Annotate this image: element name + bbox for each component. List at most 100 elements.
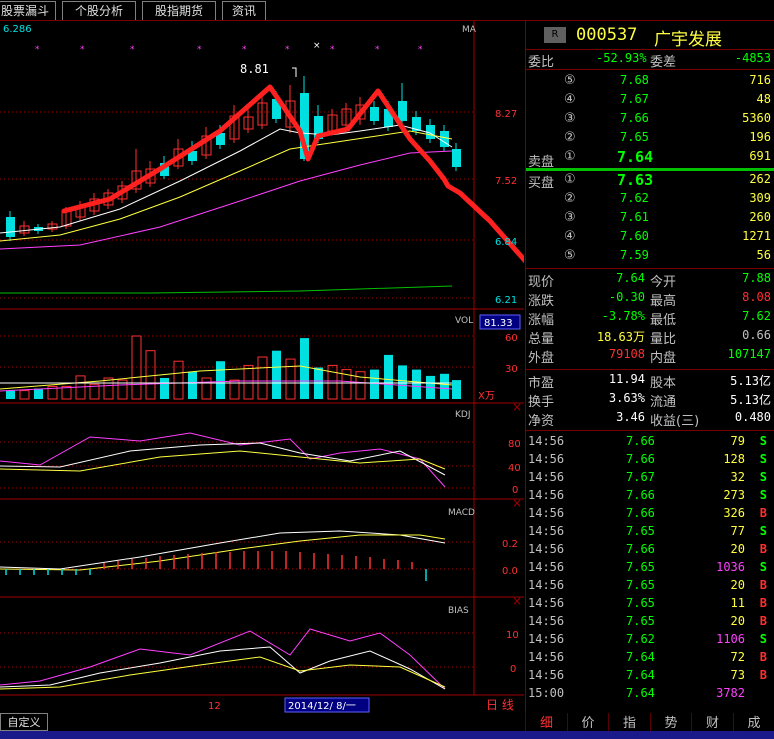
stat-label: 最低 (650, 313, 677, 328)
tick-row[interactable]: 14:56 7.66 79 S (526, 434, 774, 452)
kdj-label: KDJ (455, 410, 471, 420)
tick-row[interactable]: 15:00 7.64 3782 (526, 686, 774, 704)
signal-star-icon: * (197, 45, 202, 55)
candle-body (6, 217, 15, 237)
vol-unit: X万 (478, 391, 495, 402)
signal-x-icon: × (313, 41, 321, 51)
tick-side: S (759, 470, 767, 484)
tick-volume: 326 (723, 506, 745, 520)
stat-value: 0.66 (742, 328, 771, 342)
sell-order-row[interactable]: ⑤ 7.68 716 (526, 73, 774, 91)
bias-line-1 (0, 628, 446, 690)
high-marker-arrow (292, 67, 297, 77)
tick-price: 7.65 (626, 560, 655, 574)
stat-value: 18.63万 (596, 330, 645, 344)
stat-value: 11.94 (608, 372, 645, 386)
tick-price: 7.62 (626, 632, 655, 646)
order-level: ④ (564, 229, 576, 244)
tick-price: 7.66 (626, 488, 655, 502)
tick-row[interactable]: 14:56 7.66 128 S (526, 452, 774, 470)
stat-value: 107147 (727, 347, 771, 361)
tick-time: 14:56 (528, 650, 565, 664)
tick-row[interactable]: 14:56 7.65 1036 S (526, 560, 774, 578)
tab-stock-funnel[interactable]: 股票漏斗 (0, 1, 56, 20)
close-x-icon: × (512, 400, 522, 414)
tick-row[interactable]: 14:56 7.66 20 B (526, 542, 774, 560)
volume-bar (103, 377, 114, 400)
vol-value: 81.33 (484, 318, 513, 329)
tick-time: 14:56 (528, 578, 565, 592)
stat-label: 外盘 (528, 351, 555, 366)
stat-label: 总量 (528, 332, 555, 347)
stat-row: 涨跌 -0.30 最高 8.08 (526, 290, 774, 309)
order-price: 7.68 (620, 73, 649, 87)
tick-side: S (759, 632, 767, 646)
order-volume: 56 (756, 248, 771, 262)
high-price-marker: 8.81 (240, 62, 269, 76)
kline-chart[interactable]: × × × * * * * * * * * * × 6.286 MA 8.81 8.27 7.52 6… (0, 21, 524, 714)
tick-volume: 79 (730, 434, 745, 448)
tick-time: 14:56 (528, 632, 565, 646)
stat-label: 今开 (650, 275, 677, 290)
stat-value: 5.13亿 (730, 374, 771, 388)
sell-order-row[interactable]: ③ 7.66 5360 (526, 111, 774, 129)
vol-tick-60: 60 (505, 333, 518, 344)
quote-header: R 000537 广宇发展 (526, 25, 774, 50)
stat-value: 7.64 (616, 271, 645, 285)
stat-label: 市盈 (528, 376, 555, 391)
tick-price: 7.67 (626, 470, 655, 484)
stat-row: 现价 7.64 今开 7.88 (526, 271, 774, 290)
period-label[interactable]: 日 线 (486, 698, 514, 712)
stat-row: 总量 18.63万 量比 0.66 (526, 328, 774, 347)
order-price: 7.64 (617, 148, 654, 166)
vol-label: VOL (455, 316, 473, 326)
order-level: ① (564, 149, 576, 164)
stat-value: 3.46 (616, 410, 645, 424)
buy-order-row[interactable]: ② 7.62 309 (526, 191, 774, 209)
stat-label: 最高 (650, 294, 677, 309)
volume-bar (216, 361, 225, 399)
order-level: ⑤ (564, 73, 576, 88)
chart-bottom-bar: 自定义 (0, 713, 524, 731)
volume-bar (384, 354, 393, 399)
tick-row[interactable]: 14:56 7.64 73 B (526, 668, 774, 686)
order-level: ① (564, 172, 576, 187)
tick-row[interactable]: 14:56 7.65 20 B (526, 614, 774, 632)
buy-order-row[interactable]: ③ 7.61 260 (526, 210, 774, 228)
sell-order-row[interactable]: ④ 7.67 48 (526, 92, 774, 110)
tick-volume: 273 (723, 488, 745, 502)
tick-row[interactable]: 14:56 7.66 326 B (526, 506, 774, 524)
sell-order-row[interactable]: ① 7.64 691 (526, 148, 774, 167)
tick-row[interactable]: 14:56 7.65 77 S (526, 524, 774, 542)
tick-row[interactable]: 14:56 7.64 72 B (526, 650, 774, 668)
tab-stock-analysis[interactable]: 个股分析 (62, 1, 136, 20)
volume-bar (398, 365, 407, 399)
order-level: ③ (564, 111, 576, 126)
tick-volume: 20 (730, 578, 745, 592)
stat-value: 3.63% (608, 391, 645, 405)
tick-row[interactable]: 14:56 7.65 20 B (526, 578, 774, 596)
buy-order-row[interactable]: ④ 7.60 1271 (526, 229, 774, 247)
buy-order-row[interactable]: ⑤ 7.59 56 (526, 248, 774, 266)
volume-bar (243, 364, 254, 400)
tick-row[interactable]: 14:56 7.65 11 B (526, 596, 774, 614)
volume-bar (160, 378, 169, 399)
buy-order-row[interactable]: ① 7.63 262 (526, 171, 774, 190)
volume-bar (173, 360, 184, 400)
tick-row[interactable]: 14:56 7.67 32 S (526, 470, 774, 488)
tick-side: B (759, 596, 767, 610)
volume-bar (300, 338, 309, 399)
tab-news[interactable]: 资讯 (222, 1, 266, 20)
order-price: 7.62 (620, 191, 649, 205)
macd-tick-0.0: 0.0 (502, 566, 518, 577)
custom-button[interactable]: 自定义 (0, 713, 48, 731)
tick-price: 7.66 (626, 434, 655, 448)
signal-star-icon: * (80, 45, 85, 55)
order-level: ④ (564, 92, 576, 107)
sell-order-row[interactable]: ② 7.65 196 (526, 130, 774, 148)
volume-bar (257, 356, 268, 400)
tick-row[interactable]: 14:56 7.62 1106 S (526, 632, 774, 650)
tab-index-futures[interactable]: 股指期货 (142, 1, 216, 20)
tick-row[interactable]: 14:56 7.66 273 S (526, 488, 774, 506)
tick-side: S (759, 434, 767, 448)
